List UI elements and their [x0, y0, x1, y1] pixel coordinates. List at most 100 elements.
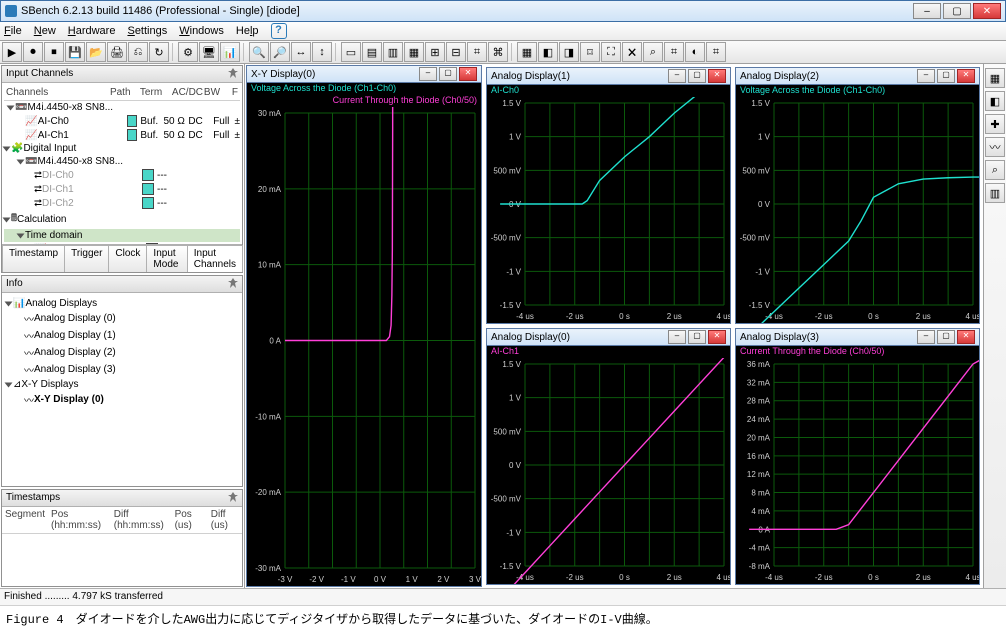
- pin-icon[interactable]: [228, 278, 238, 288]
- toolbar-button-24-icon[interactable]: ⌗: [467, 42, 487, 62]
- subwin-maximize-button[interactable]: ▢: [439, 67, 457, 81]
- xy-display-window[interactable]: X-Y Display(0) – ▢ ✕ Voltage Across the …: [246, 65, 482, 587]
- toolbar-button-9-icon[interactable]: ⚙: [178, 42, 198, 62]
- info-analog-displays[interactable]: 📊 Analog Displays: [6, 297, 238, 310]
- toolbar-button-29-icon[interactable]: ◨: [559, 42, 579, 62]
- menu-settings[interactable]: Settings: [127, 25, 167, 37]
- subwin-maximize-button[interactable]: ▢: [688, 330, 706, 344]
- toolbar-button-3-icon[interactable]: 💾: [65, 42, 85, 62]
- toolbar-button-7-icon[interactable]: ↻: [149, 42, 169, 62]
- subwin-maximize-button[interactable]: ▢: [937, 69, 955, 83]
- info-analog-display-3[interactable]: 〰 Analog Display (3): [6, 361, 238, 378]
- toolbar-button-19-icon[interactable]: ▤: [362, 42, 382, 62]
- toolbar-button-22-icon[interactable]: ⊞: [425, 42, 445, 62]
- info-xy-display-0[interactable]: 〰 X-Y Display (0): [6, 391, 238, 408]
- tree-digital-header[interactable]: 🧩 Digital Input: [4, 142, 240, 155]
- side-tool-2-icon[interactable]: ◧: [985, 91, 1005, 111]
- toolbar-button-5-icon[interactable]: 🖨: [107, 42, 127, 62]
- toolbar-button-0-icon[interactable]: ▶: [2, 42, 22, 62]
- analog-display-2-plot[interactable]: 1.5 V1 V500 mV0 V-500 mV-1 V-1.5 V-4 us-…: [736, 97, 979, 323]
- toolbar-button-15-icon[interactable]: ↔: [291, 42, 311, 62]
- toolbar-button-35-icon[interactable]: ◐: [685, 42, 705, 62]
- toolbar-button-28-icon[interactable]: ◧: [538, 42, 558, 62]
- side-tool-3-icon[interactable]: ✚: [985, 114, 1005, 134]
- toolbar-button-10-icon[interactable]: 🖥: [199, 42, 219, 62]
- help-icon[interactable]: ?: [271, 23, 287, 39]
- toolbar-button-36-icon[interactable]: ⌗: [706, 42, 726, 62]
- toolbar-button-13-icon[interactable]: 🔍: [249, 42, 269, 62]
- tree-di-ch2[interactable]: ⮂ DI-Ch2---: [4, 196, 240, 210]
- side-tool-6-icon[interactable]: ▥: [985, 183, 1005, 203]
- subwin-minimize-button[interactable]: –: [917, 69, 935, 83]
- tree-calc-header[interactable]: 🖩 Calculation: [4, 210, 240, 229]
- tree-card-analog[interactable]: 📼 M4i.4450-x8 SN8...: [4, 101, 240, 114]
- toolbar-button-27-icon[interactable]: ▦: [517, 42, 537, 62]
- tab-input-channels[interactable]: Input Channels: [187, 245, 243, 272]
- subwin-minimize-button[interactable]: –: [917, 330, 935, 344]
- toolbar-button-20-icon[interactable]: ▥: [383, 42, 403, 62]
- info-tree[interactable]: 📊 Analog Displays 〰 Analog Display (0) 〰…: [2, 293, 242, 486]
- side-tool-4-icon[interactable]: 〰: [985, 137, 1005, 157]
- tab-trigger[interactable]: Trigger: [64, 245, 109, 272]
- menu-help[interactable]: Help: [236, 25, 259, 37]
- toolbar-button-4-icon[interactable]: 📂: [86, 42, 106, 62]
- analog-display-1-plot[interactable]: 1.5 V1 V500 mV0 V-500 mV-1 V-1.5 V-4 us-…: [487, 97, 730, 323]
- tab-timestamp[interactable]: Timestamp: [2, 245, 65, 272]
- input-channels-tree[interactable]: Channels Path Term AC/DC BW F 📼 M4i.4450…: [2, 83, 242, 244]
- side-tool-1-icon[interactable]: ▦: [985, 68, 1005, 88]
- tree-ai-ch0[interactable]: 📈 AI-Ch0Buf.50 ΩDCFull±: [4, 114, 240, 128]
- toolbar-button-32-icon[interactable]: 🗙: [622, 42, 642, 62]
- window-maximize-button[interactable]: ▢: [943, 3, 971, 19]
- subwin-close-button[interactable]: ✕: [957, 330, 975, 344]
- analog-display-3-window[interactable]: Analog Display(3)–▢✕ Current Through the…: [735, 328, 980, 585]
- menu-windows[interactable]: Windows: [179, 25, 224, 37]
- subwin-maximize-button[interactable]: ▢: [688, 69, 706, 83]
- toolbar-button-14-icon[interactable]: 🔎: [270, 42, 290, 62]
- xy-plot[interactable]: 30 mA20 mA10 mA0 A-10 mA-20 mA-30 mA-3 V…: [247, 107, 481, 586]
- window-close-button[interactable]: ✕: [973, 3, 1001, 19]
- subwin-maximize-button[interactable]: ▢: [937, 330, 955, 344]
- subwin-minimize-button[interactable]: –: [668, 330, 686, 344]
- toolbar-button-31-icon[interactable]: ⛶: [601, 42, 621, 62]
- info-analog-display-1[interactable]: 〰 Analog Display (1): [6, 327, 238, 344]
- tree-card-digital[interactable]: 📼 M4i.4450-x8 SN8...: [4, 155, 240, 168]
- tree-ai-ch1[interactable]: 📈 AI-Ch1Buf.50 ΩDCFull±: [4, 128, 240, 142]
- menu-hardware[interactable]: Hardware: [68, 25, 116, 37]
- info-analog-display-2[interactable]: 〰 Analog Display (2): [6, 344, 238, 361]
- subwin-minimize-button[interactable]: –: [419, 67, 437, 81]
- toolbar-button-33-icon[interactable]: ⌕: [643, 42, 663, 62]
- subwin-close-button[interactable]: ✕: [459, 67, 477, 81]
- analog-display-2-window[interactable]: Analog Display(2)–▢✕ Voltage Across the …: [735, 67, 980, 324]
- tab-clock[interactable]: Clock: [108, 245, 147, 272]
- tab-input-mode[interactable]: Input Mode: [146, 245, 187, 272]
- analog-display-1-window[interactable]: Analog Display(1)–▢✕ AI-Ch0 1.5 V1 V500 …: [486, 67, 731, 324]
- toolbar-button-18-icon[interactable]: ▭: [341, 42, 361, 62]
- toolbar-button-21-icon[interactable]: ▦: [404, 42, 424, 62]
- toolbar-button-11-icon[interactable]: 📊: [220, 42, 240, 62]
- toolbar-button-6-icon[interactable]: ⎌: [128, 42, 148, 62]
- toolbar-button-1-icon[interactable]: ⏺: [23, 42, 43, 62]
- subwin-close-button[interactable]: ✕: [708, 69, 726, 83]
- tree-di-ch0[interactable]: ⮂ DI-Ch0---: [4, 168, 240, 182]
- window-minimize-button[interactable]: –: [913, 3, 941, 19]
- subwin-close-button[interactable]: ✕: [708, 330, 726, 344]
- menu-file[interactable]: FFileile: [4, 25, 22, 37]
- tree-time-domain[interactable]: Time domain: [4, 229, 240, 242]
- pin-icon[interactable]: [228, 68, 238, 78]
- info-xy-displays[interactable]: ⊿ X-Y Displays: [6, 378, 238, 391]
- toolbar-button-34-icon[interactable]: ⌗: [664, 42, 684, 62]
- analog-display-0-plot[interactable]: 1.5 V1 V500 mV0 V-500 mV-1 V-1.5 V-4 us-…: [487, 358, 730, 584]
- side-tool-5-icon[interactable]: ⌕: [985, 160, 1005, 180]
- analog-display-3-plot[interactable]: 36 mA32 mA28 mA24 mA20 mA16 mA12 mA8 mA4…: [736, 358, 979, 584]
- toolbar-button-2-icon[interactable]: ⏹: [44, 42, 64, 62]
- toolbar-button-23-icon[interactable]: ⊟: [446, 42, 466, 62]
- toolbar-button-30-icon[interactable]: ⌑: [580, 42, 600, 62]
- analog-display-0-window[interactable]: Analog Display(0)–▢✕ AI-Ch1 1.5 V1 V500 …: [486, 328, 731, 585]
- pin-icon[interactable]: [228, 492, 238, 502]
- toolbar-button-16-icon[interactable]: ↕: [312, 42, 332, 62]
- tree-di-ch1[interactable]: ⮂ DI-Ch1---: [4, 182, 240, 196]
- subwin-close-button[interactable]: ✕: [957, 69, 975, 83]
- info-analog-display-0[interactable]: 〰 Analog Display (0): [6, 310, 238, 327]
- menu-new[interactable]: New: [34, 25, 56, 37]
- toolbar-button-25-icon[interactable]: ⌘: [488, 42, 508, 62]
